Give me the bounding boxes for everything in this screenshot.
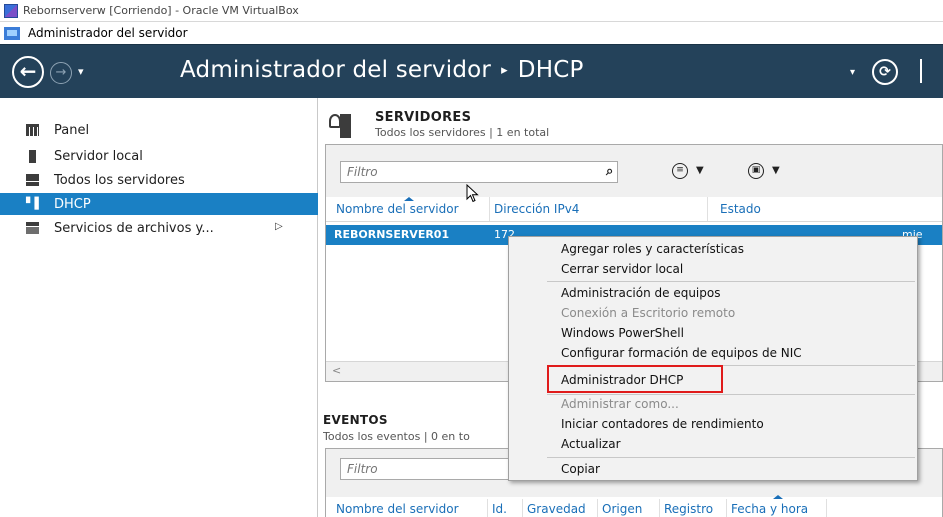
servers-tile-icon (329, 112, 351, 138)
search-icon[interactable]: ⌕ (606, 164, 613, 179)
menu-separator (547, 281, 915, 282)
column-header-label: Gravedad (527, 502, 586, 516)
sidebar-item-local-server[interactable]: Servidor local (0, 145, 318, 167)
sidebar-item-all-servers[interactable]: Todos los servidores (0, 169, 318, 191)
column-header-label: Nombre del servidor (336, 202, 459, 216)
server-manager-icon (4, 26, 20, 40)
sidebar-item-label: Servidor local (54, 148, 143, 164)
menu-item-manage-as: Administrar como... (561, 397, 679, 411)
virtualbox-icon (4, 3, 18, 18)
vm-window-titlebar: Rebornserverw [Corriendo] - Oracle VM Vi… (0, 0, 943, 22)
menu-item-nic-teaming[interactable]: Configurar formación de equipos de NIC (509, 344, 917, 364)
file-services-icon (26, 222, 39, 234)
refresh-icon: ⟳ (879, 64, 891, 80)
sidebar-item-file-services[interactable]: Servicios de archivos y... ▷ (0, 217, 318, 239)
sidebar-item-dhcp[interactable]: ▘▌ DHCP (0, 193, 318, 215)
refresh-dropdown-button[interactable]: ▾ (850, 67, 855, 78)
sidebar-item-panel[interactable]: Panel (0, 119, 318, 141)
list-options-icon[interactable]: ≡ (672, 163, 688, 179)
column-header-label: Estado (720, 202, 761, 216)
column-header-status[interactable]: Estado (708, 197, 942, 221)
column-header-log[interactable]: Registro (660, 499, 727, 517)
column-header-label: Nombre del servidor (336, 502, 459, 516)
chevron-down-icon[interactable]: ▼ (696, 165, 704, 176)
server-icon (29, 149, 36, 163)
menu-item-remote-desktop: Conexión a Escritorio remoto (561, 306, 736, 320)
breadcrumb-current: DHCP (517, 57, 584, 83)
vm-window-title: Rebornserverw [Corriendo] - Oracle VM Vi… (23, 4, 299, 17)
chevron-down-icon: ▾ (850, 67, 856, 78)
menu-item-refresh[interactable]: Actualizar (509, 435, 917, 455)
servers-filter-input[interactable] (340, 161, 618, 183)
sidebar-item-label: DHCP (54, 196, 91, 212)
column-header-datetime[interactable]: Fecha y hora (727, 495, 827, 517)
sort-ascending-icon (404, 197, 415, 201)
refresh-button[interactable]: ⟳ (872, 59, 898, 85)
mouse-pointer-icon (466, 184, 479, 203)
sidebar-item-label: Panel (54, 122, 90, 138)
breadcrumb-root: Administrador del servidor (180, 57, 492, 83)
breadcrumb: Administrador del servidor ▸ DHCP (180, 57, 584, 83)
breadcrumb-separator-icon: ▸ (501, 63, 508, 78)
column-header-label: Dirección IPv4 (494, 202, 580, 216)
history-dropdown-button[interactable]: ▾ (78, 65, 84, 78)
column-header-severity[interactable]: Gravedad (523, 499, 598, 517)
sort-descending-icon (772, 495, 783, 499)
arrow-right-icon: → (55, 65, 67, 80)
menu-item-add-roles[interactable]: Agregar roles y características (509, 240, 917, 260)
menu-item-shutdown-local-server[interactable]: Cerrar servidor local (509, 260, 917, 280)
chevron-down-icon: ▾ (78, 65, 84, 78)
servers-icon (26, 174, 39, 186)
highlight-box (547, 365, 723, 393)
servers-filter-bar: ⌕ ≡ ▼ ▣ ▼ (326, 145, 942, 197)
menu-item-copy[interactable]: Copiar (509, 460, 917, 480)
forward-button[interactable]: → (50, 62, 72, 84)
header-bar: ← → ▾ Administrador del servidor ▸ DHCP ▾ … (0, 44, 943, 98)
sidebar-item-label: Servicios de archivos y... (54, 220, 214, 236)
menu-item-start-performance-counters[interactable]: Iniciar contadores de rendimiento (509, 415, 917, 435)
column-header-event-server[interactable]: Nombre del servidor (332, 499, 488, 517)
column-header-ipv4[interactable]: Dirección IPv4 (490, 197, 708, 221)
servers-section-title: SERVIDORES (375, 110, 472, 125)
menu-item-computer-management[interactable]: Administración de equipos (509, 284, 917, 304)
expand-arrow-icon[interactable]: ▷ (275, 221, 283, 232)
column-header-label: Registro (664, 502, 714, 516)
column-header-label: Id. (492, 502, 507, 516)
sidebar: Panel Servidor local Todos los servidore… (0, 98, 318, 517)
app-title: Administrador del servidor (28, 26, 188, 40)
arrow-left-icon: ← (19, 59, 37, 83)
header-divider (920, 59, 922, 83)
save-query-icon[interactable]: ▣ (748, 163, 764, 179)
column-header-label: Fecha y hora (731, 502, 809, 516)
column-header-source[interactable]: Origen (598, 499, 660, 517)
events-section-subtitle: Todos los eventos | 0 en to (323, 430, 470, 443)
events-section-title: EVENTOS (323, 413, 388, 427)
table-divider (326, 221, 942, 222)
servers-section-subtitle: Todos los servidores | 1 en total (375, 126, 550, 139)
cell-server-name: REBORNSERVER01 (334, 228, 450, 241)
dashboard-icon (26, 124, 39, 136)
sidebar-item-label: Todos los servidores (54, 172, 185, 188)
app-titlebar: Administrador del servidor (0, 22, 943, 44)
dhcp-icon: ▘▌ (26, 197, 43, 210)
chevron-down-icon[interactable]: ▼ (772, 165, 780, 176)
events-filter-input[interactable] (340, 458, 510, 480)
column-header-label: Origen (602, 502, 643, 516)
back-button[interactable]: ← (12, 56, 44, 88)
column-header-id[interactable]: Id. (488, 499, 523, 517)
scroll-left-icon[interactable]: < (332, 364, 341, 377)
menu-item-powershell[interactable]: Windows PowerShell (509, 324, 917, 344)
menu-separator (547, 457, 915, 458)
context-menu: Agregar roles y características Cerrar s… (508, 236, 918, 481)
